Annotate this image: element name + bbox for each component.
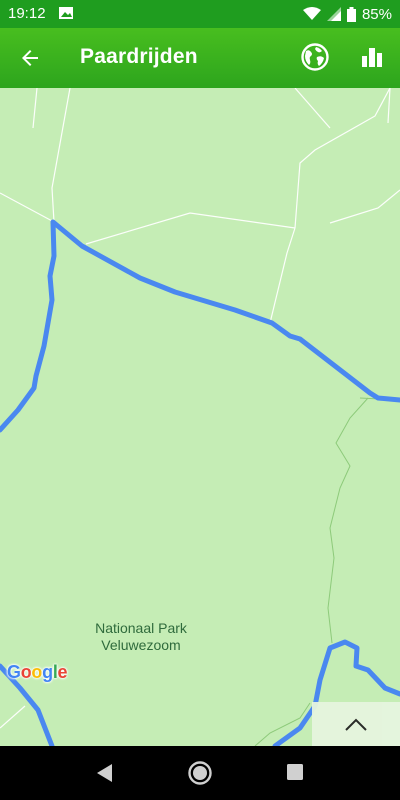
google-logo-letter: G — [7, 662, 21, 682]
google-logo-letter: g — [42, 662, 53, 682]
recents-square-icon[interactable] — [286, 763, 304, 781]
wifi-icon — [302, 7, 321, 20]
park-label: Nationaal Park Veluwezoom — [80, 620, 202, 654]
google-logo-letter: o — [20, 662, 32, 682]
system-nav-bar — [0, 746, 400, 800]
chevron-up-icon — [345, 718, 367, 731]
cell-signal-icon — [326, 7, 341, 21]
park-label-line2: Veluwezoom — [101, 637, 181, 653]
status-time: 19:12 — [8, 5, 46, 22]
expand-panel-button[interactable] — [312, 702, 400, 746]
status-icons: 85% — [302, 4, 392, 24]
park-label-line1: Nationaal Park — [95, 620, 187, 636]
status-bar: 19:12 85% — [0, 0, 400, 28]
google-logo-letter: e — [57, 662, 68, 682]
back-triangle-icon[interactable] — [94, 761, 114, 785]
bar-chart-icon[interactable] — [361, 46, 383, 68]
google-logo: Google — [7, 662, 68, 683]
battery-percent: 85% — [361, 5, 392, 23]
battery-icon — [346, 6, 356, 22]
home-circle-icon[interactable] — [187, 760, 213, 786]
image-icon — [59, 7, 73, 19]
google-logo-letter: o — [31, 662, 43, 682]
globe-icon[interactable] — [301, 43, 329, 71]
back-arrow-icon[interactable] — [18, 46, 42, 70]
page-title: Paardrijden — [80, 45, 198, 68]
map-view[interactable]: Nationaal Park Veluwezoom Google — [0, 88, 400, 746]
app-bar: Paardrijden — [0, 28, 400, 88]
